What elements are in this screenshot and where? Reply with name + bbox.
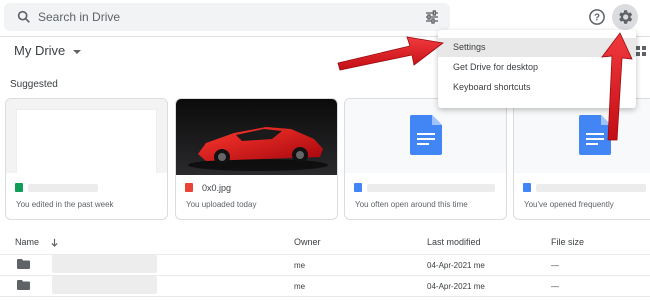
settings-gear-button[interactable]: [612, 4, 638, 30]
doc-file-icon: [354, 183, 362, 192]
red-arrow-to-settings: [337, 36, 444, 71]
blurred-file-name: [536, 184, 646, 192]
chevron-down-icon: [73, 49, 82, 54]
svg-text:?: ?: [594, 12, 600, 23]
row-divider: [0, 296, 650, 297]
card-subtitle: You've opened frequently: [524, 200, 614, 209]
card-thumbnail: [514, 99, 650, 173]
settings-menu: Settings Get Drive for desktop Keyboard …: [438, 30, 636, 108]
folder-icon: [17, 259, 30, 269]
modified-cell: 04-Apr-2021 me: [427, 282, 485, 291]
blurred-file-name: [28, 184, 98, 192]
size-cell: —: [551, 261, 559, 270]
doc-icon: [410, 115, 442, 155]
doc-icon: [579, 115, 611, 155]
blurred-folder-name: [52, 276, 157, 294]
gear-icon: [619, 10, 633, 24]
owner-cell: me: [294, 282, 306, 291]
column-header-last-modified[interactable]: Last modified: [427, 237, 481, 247]
blurred-folder-name: [52, 255, 157, 273]
column-header-owner[interactable]: Owner: [294, 237, 321, 247]
image-file-icon: [185, 183, 193, 192]
modified-cell: 04-Apr-2021 me: [427, 261, 485, 270]
suggested-label: Suggested: [10, 79, 58, 90]
sheets-file-icon: [15, 183, 23, 192]
search-icon: [17, 10, 30, 23]
menu-item-keyboard-shortcuts[interactable]: Keyboard shortcuts: [438, 78, 636, 97]
search-placeholder: Search in Drive: [38, 10, 121, 24]
help-icon[interactable]: ?: [588, 8, 606, 26]
grid-view-icon[interactable]: [636, 46, 646, 56]
card-subtitle: You uploaded today: [186, 200, 257, 209]
folder-icon: [17, 280, 30, 290]
card-subtitle: You often open around this time: [355, 200, 468, 209]
page-title: My Drive: [14, 43, 66, 58]
menu-item-get-drive-for-desktop[interactable]: Get Drive for desktop: [438, 58, 636, 77]
column-label: Name: [15, 237, 40, 247]
column-header-name[interactable]: Name: [15, 237, 59, 248]
owner-cell: me: [294, 261, 306, 270]
card-file-name: 0x0.jpg: [202, 183, 232, 193]
card-thumbnail: [6, 99, 167, 173]
car-photo-thumbnail: [176, 99, 337, 175]
suggested-card-3[interactable]: You often open around this time: [344, 98, 507, 220]
card-thumbnail: [345, 99, 506, 173]
doc-file-icon: [523, 183, 531, 192]
menu-item-settings[interactable]: Settings: [438, 38, 636, 57]
search-bar[interactable]: Search in Drive: [4, 3, 450, 31]
tune-icon[interactable]: [424, 9, 440, 25]
suggested-card-2[interactable]: 0x0.jpg You uploaded today: [175, 98, 338, 220]
card-subtitle: You edited in the past week: [16, 200, 114, 209]
my-drive-dropdown[interactable]: My Drive: [14, 43, 82, 58]
suggested-card-1[interactable]: You edited in the past week: [5, 98, 168, 220]
blurred-file-name: [367, 184, 495, 192]
suggested-card-4[interactable]: You've opened frequently: [513, 98, 650, 220]
size-cell: —: [551, 282, 559, 291]
column-header-file-size[interactable]: File size: [551, 237, 584, 247]
sort-arrow-icon[interactable]: [50, 238, 59, 248]
